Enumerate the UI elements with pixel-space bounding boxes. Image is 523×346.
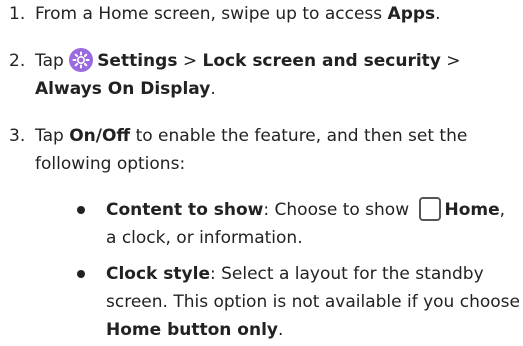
lock-screen-security-label: Lock screen and security xyxy=(202,51,441,71)
step-number: 2. xyxy=(9,51,26,71)
step-text: Tap Settings > Lock screen and security … xyxy=(35,47,461,75)
bullet-dot xyxy=(77,206,85,214)
home-label: Home xyxy=(444,200,500,220)
on-off-label: On/Off xyxy=(69,126,131,146)
step-text: Tap On/Off to enable the feature, and th… xyxy=(35,122,467,150)
bullet-text: Clock style: Select a layout for the sta… xyxy=(106,260,484,288)
step-text-line-2: following options: xyxy=(35,150,185,178)
settings-gear-icon xyxy=(69,48,94,72)
step-text-part: . xyxy=(210,79,216,99)
home-button-icon xyxy=(418,197,441,221)
content-to-show-label: Content to show xyxy=(106,200,264,220)
step-text-line-2: Always On Display. xyxy=(35,75,216,103)
step-number: 1. xyxy=(9,4,26,24)
step-text-part: Tap xyxy=(35,51,70,71)
bullet-text-line-3: Home button only. xyxy=(106,316,283,344)
bullet-text-line-2: screen. This option is not available if … xyxy=(106,288,520,316)
always-on-display-label: Always On Display xyxy=(35,79,211,99)
step-text: From a Home screen, swipe up to access A… xyxy=(35,0,441,28)
step-text-part: > xyxy=(440,51,461,71)
bullet-text-part: , xyxy=(499,200,506,220)
step-text-part: . xyxy=(435,4,441,24)
clock-style-label: Clock style xyxy=(106,264,210,284)
bullet-text-part: : Select a layout for the standby xyxy=(209,264,484,284)
settings-label: Settings xyxy=(97,51,178,71)
bullet-text-part: a clock, or information. xyxy=(106,228,303,248)
step-text-part: to enable the feature, and then set the xyxy=(130,126,468,146)
step-number: 3. xyxy=(9,126,26,146)
step-text-part: From a Home screen, swipe up to access xyxy=(35,4,388,24)
bullet-text: Content to show: Choose to show Home, xyxy=(106,196,505,224)
apps-label: Apps xyxy=(387,4,436,24)
bullet-text-part: screen. This option is not available if … xyxy=(106,292,520,312)
home-button-only-label: Home button only xyxy=(106,320,278,340)
bullet-dot xyxy=(77,270,85,278)
step-text-part: > xyxy=(177,51,203,71)
bullet-text-part: : Choose to show xyxy=(263,200,415,220)
step-text-part: Tap xyxy=(35,126,70,146)
bullet-text-line-2: a clock, or information. xyxy=(106,224,303,252)
step-text-part: following options: xyxy=(35,154,186,174)
bullet-text-part: . xyxy=(277,320,284,340)
